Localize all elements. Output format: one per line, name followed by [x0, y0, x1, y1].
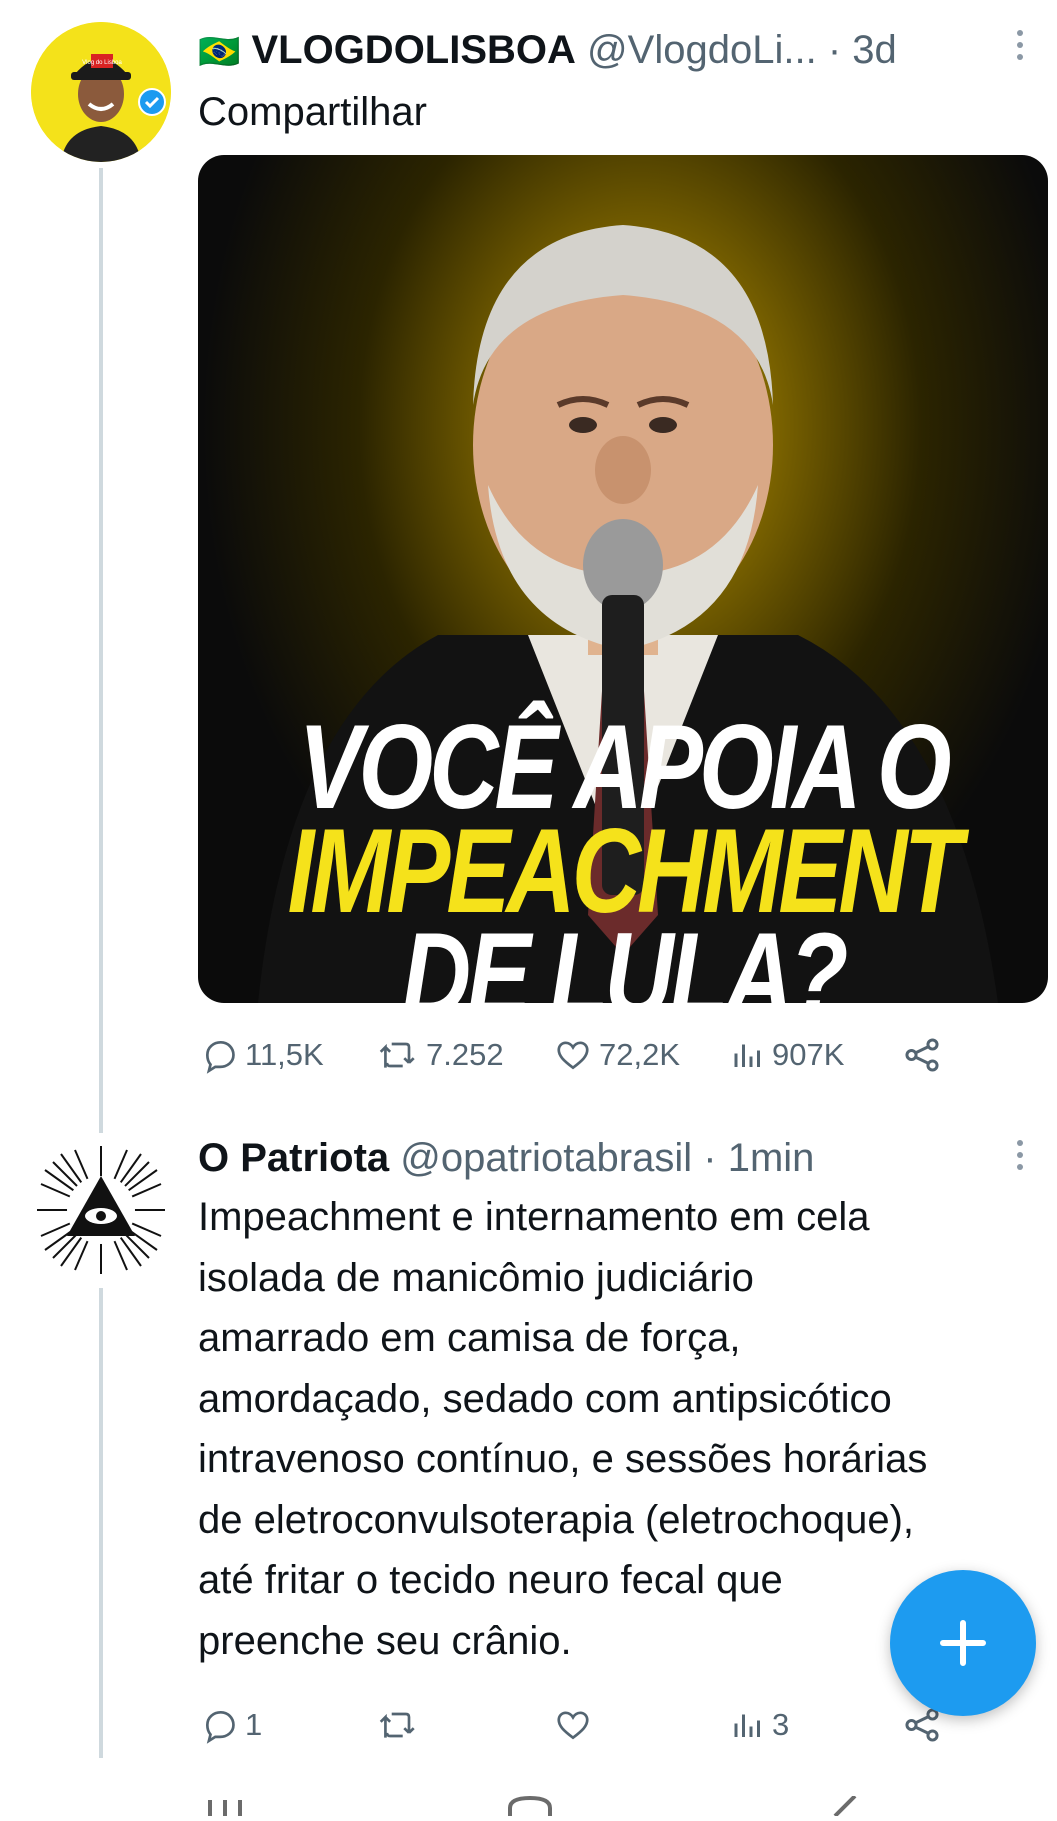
like-icon — [557, 1711, 589, 1740]
tweet-header: 🇧🇷 VLOGDOLISBOA @VlogdoLi... · 3d — [198, 26, 897, 76]
handle[interactable]: @opatriotabrasil — [400, 1136, 692, 1180]
tweet-text-line: amordaçado, sedado com antipsicótico — [198, 1376, 892, 1421]
display-name[interactable]: O Patriota — [198, 1136, 389, 1180]
retweet-button[interactable] — [376, 1700, 426, 1750]
views-button[interactable]: 3 — [730, 1700, 789, 1750]
home-button[interactable] — [505, 1795, 555, 1816]
views-count: 907K — [772, 1037, 845, 1072]
display-name[interactable]: VLOGDOLISBOA — [251, 28, 575, 72]
recent-apps-button[interactable] — [200, 1796, 250, 1816]
reply-button[interactable]: 11,5K — [201, 1030, 324, 1080]
flag-emoji: 🇧🇷 — [198, 33, 241, 71]
tweet-text-line: Impeachment e internamento em cela — [198, 1195, 870, 1239]
avatar-image — [37, 1146, 165, 1274]
tweet-header: O Patriota @opatriotabrasil · 1min — [198, 1134, 814, 1182]
timestamp[interactable]: 3d — [852, 28, 897, 72]
tweet-actions: 1 3 — [198, 1700, 978, 1750]
back-button[interactable] — [815, 1794, 865, 1818]
tweet-text-line: intravenoso contínuo, e sessões horárias — [198, 1437, 928, 1481]
more-icon[interactable] — [1017, 1140, 1025, 1176]
tweet-text-line: de eletroconvulsoterapia (eletrochoque), — [198, 1497, 914, 1542]
reply-count: 11,5K — [245, 1037, 324, 1072]
like-button[interactable]: 72,2K — [553, 1030, 680, 1080]
views-icon — [734, 1714, 760, 1737]
compose-plus-icon — [940, 1620, 986, 1666]
like-icon — [557, 1041, 589, 1070]
tweet-text-line: isolada de manicômio judiciário — [198, 1255, 754, 1300]
avatar[interactable] — [31, 1140, 171, 1280]
tweet-text: Compartilhar — [198, 90, 427, 134]
views-icon — [734, 1044, 760, 1067]
compose-button[interactable] — [890, 1570, 1036, 1716]
verified-badge-icon — [138, 88, 166, 116]
reply-button[interactable]: 1 — [201, 1700, 262, 1750]
separator: · — [703, 1136, 717, 1180]
share-icon — [905, 1038, 939, 1072]
retweet-count: 7.252 — [426, 1037, 504, 1072]
reply-icon — [205, 1040, 235, 1074]
cap-logo-text: Vlog do Lisboa — [82, 60, 122, 66]
thread-line — [99, 1288, 103, 1758]
media-headline-line3: DE LULA? — [401, 908, 849, 1004]
views-button[interactable]: 907K — [730, 1030, 844, 1080]
reply-count: 1 — [245, 1707, 263, 1742]
retweet-icon — [379, 1712, 415, 1738]
tweet-actions: 11,5K 7.252 72,2K 907K — [198, 1030, 978, 1080]
timestamp[interactable]: 1min — [728, 1136, 815, 1180]
like-button[interactable] — [553, 1700, 599, 1750]
more-icon[interactable] — [1017, 30, 1025, 66]
system-nav-bar — [0, 1790, 1057, 1818]
thread-line — [99, 168, 103, 1133]
retweet-icon — [379, 1042, 415, 1068]
retweet-button[interactable]: 7.252 — [376, 1030, 504, 1080]
tweet-text-line: amarrado em camisa de força, — [198, 1316, 741, 1360]
like-count: 72,2K — [599, 1037, 681, 1072]
views-count: 3 — [772, 1707, 790, 1742]
reply-icon — [205, 1710, 235, 1744]
tweet-media[interactable]: VOCÊ APOIA O IMPEACHMENT DE LULA? — [198, 155, 1048, 1003]
separator: · — [827, 28, 842, 72]
handle[interactable]: @VlogdoLi... — [587, 28, 817, 72]
share-button[interactable] — [901, 1030, 949, 1080]
